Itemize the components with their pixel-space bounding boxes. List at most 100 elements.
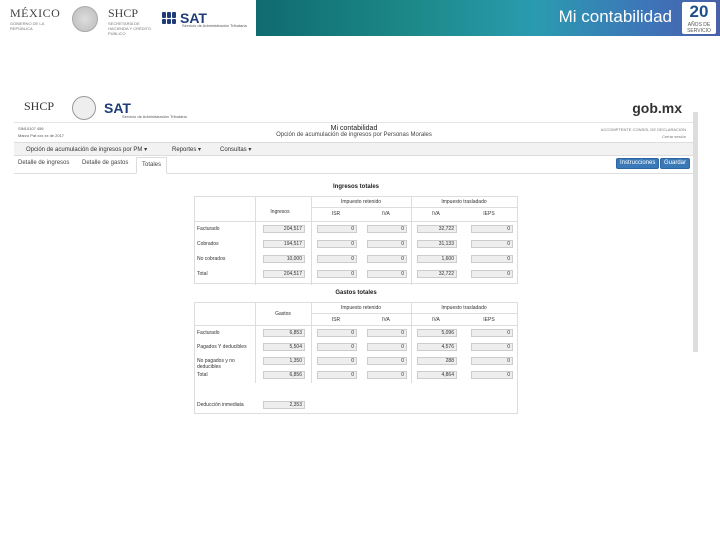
value-field: 0 (367, 371, 407, 379)
ingresos-retenido-header: Impuesto retenido (340, 199, 382, 205)
gastos-iva-tras-header: IVA (432, 317, 440, 323)
value-field: 0 (471, 255, 513, 263)
anniversary-subtext: AÑOS DE SERVICIO (687, 22, 711, 34)
value-field: 10,000 (263, 255, 305, 263)
gastos-trasladado-header: Impuesto trasladado (441, 305, 487, 311)
sat-logo: SAT Servicio de Administración Tributari… (162, 10, 247, 28)
ingresos-isr-header: ISR (331, 211, 341, 217)
value-field: 0 (367, 270, 407, 278)
menu-acumulacion[interactable]: Opción de acumulación de ingresos por PM… (26, 146, 147, 153)
ingresos-ieps-header: IEPS (483, 211, 495, 217)
sat-logo-subtext: Servicio de Administración Tributaria (182, 23, 247, 28)
table-row: Cobrados 194,517 0 0 31,133 0 (195, 238, 517, 250)
row-label: Cobrados (197, 241, 219, 247)
mexico-logo-subtext: GOBIERNO DE LA REPÚBLICA (10, 21, 45, 31)
page-subtitle: Opción de acumulación de ingresos por Pe… (276, 132, 432, 138)
value-field: 0 (317, 225, 357, 233)
row-label: No cobrados (197, 256, 226, 262)
value-field: 5,504 (263, 343, 305, 351)
value-field: 0 (317, 371, 357, 379)
sat-grid-icon (162, 12, 176, 24)
value-field: 0 (367, 255, 407, 263)
value-field: 32,722 (417, 225, 457, 233)
app-header: SHCP SAT Servicio de Administración Trib… (14, 94, 698, 122)
table-row: No cobrados 10,000 0 0 1,600 0 (195, 253, 517, 265)
row-label: Facturado (197, 330, 220, 336)
value-field: 31,133 (417, 240, 457, 248)
ingresos-table: Ingresos Impuesto retenido Impuesto tras… (194, 196, 518, 285)
banner-gradient: Mi contabilidad 20 AÑOS DE SERVICIO (256, 0, 720, 36)
value-field: 1,600 (417, 255, 457, 263)
value-field: 6,853 (263, 329, 305, 337)
gastos-isr-header: ISR (331, 317, 341, 323)
app-window: SHCP SAT Servicio de Administración Trib… (14, 94, 698, 432)
value-field: 0 (471, 343, 513, 351)
page-title: Mi contabilidad (330, 125, 378, 132)
shcp-logo-text: SHCP (108, 6, 139, 20)
ingresos-title: Ingresos totales (332, 184, 379, 190)
anniversary-logo: 20 AÑOS DE SERVICIO (682, 2, 716, 34)
value-field: 0 (317, 240, 357, 248)
row-label: Total (197, 271, 208, 277)
app-coat-of-arms-icon (72, 96, 96, 120)
shcp-logo-subtext: SECRETARÍA DE HACIENDA Y CRÉDITO PÚBLICO (108, 21, 152, 36)
value-field: 5,096 (417, 329, 457, 337)
tab-detalle-gastos[interactable]: Detalle de gastos (82, 160, 128, 166)
gastos-title: Gastos totales (335, 290, 377, 296)
menu-consultas[interactable]: Consultas ▾ (220, 146, 251, 153)
value-field: 0 (317, 329, 357, 337)
value-field: 0 (317, 343, 357, 351)
shcp-logo: SHCP SECRETARÍA DE HACIENDA Y CRÉDITO PÚ… (108, 6, 158, 36)
value-field: 288 (417, 357, 457, 365)
logout-link[interactable]: Cerrar sesión (601, 133, 686, 140)
table-row: Pagados Y deducibles 5,504 0 0 4,576 0 (195, 341, 517, 353)
value-field: 0 (367, 225, 407, 233)
table-row: Facturado 6,853 0 0 5,096 0 (195, 327, 517, 339)
value-field: 0 (471, 225, 513, 233)
mexico-logo-text: MÉXICO (10, 6, 61, 20)
divider (311, 207, 517, 208)
divider (195, 221, 517, 222)
table-row: Total 6,856 0 0 4,864 0 (195, 369, 517, 381)
value-field: 0 (317, 357, 357, 365)
value-field: 1,350 (263, 357, 305, 365)
instrucciones-button[interactable]: Instrucciones (616, 158, 660, 169)
app-sat-logo: SAT Servicio de Administración Tributari… (104, 100, 187, 119)
account-status: ACCOMPTENTE CONSOL DE DECLARACION (600, 127, 686, 132)
ingresos-col-header: Ingresos (270, 209, 290, 215)
anniversary-number: 20 (689, 2, 709, 21)
value-field: 0 (367, 343, 407, 351)
value-field: 4,576 (417, 343, 457, 351)
value-field: 0 (317, 255, 357, 263)
value-field: 0 (471, 371, 513, 379)
row-label: Facturado (197, 226, 220, 232)
value-field: 194,517 (263, 240, 305, 248)
value-field: 204,517 (263, 225, 305, 233)
deduccion-row: Deducción inmediata 2,353 (195, 399, 517, 411)
scrollbar[interactable] (693, 112, 698, 352)
session-info-row: SIN10107 456 Marzo Pat xxx xx de 2017 Mi… (14, 122, 698, 142)
value-field: 0 (367, 357, 407, 365)
deduccion-label: Deducción inmediata (197, 402, 244, 408)
table-row: Facturado 204,517 0 0 32,722 0 (195, 223, 517, 235)
divider (311, 313, 517, 314)
value-field: 0 (471, 240, 513, 248)
page-heading: Mi contabilidad Opción de acumulación de… (264, 125, 444, 138)
gob-mx-logo[interactable]: gob.mx (632, 100, 682, 116)
value-field: 32,722 (417, 270, 457, 278)
gastos-table: Gastos Impuesto retenido Impuesto trasla… (194, 302, 518, 414)
taxpayer-rfc: SIN10107 456 (18, 126, 44, 131)
menu-reportes[interactable]: Reportes ▾ (172, 146, 201, 153)
tab-detalle-ingresos[interactable]: Detalle de ingresos (18, 160, 69, 166)
gastos-retenido-header: Impuesto retenido (340, 305, 382, 311)
ingresos-trasladado-header: Impuesto trasladado (441, 199, 487, 205)
value-field: 6,856 (263, 371, 305, 379)
gastos-iva-ret-header: IVA (382, 317, 390, 323)
top-banner: MÉXICO GOBIERNO DE LA REPÚBLICA SHCP SEC… (0, 0, 720, 36)
guardar-button[interactable]: Guardar (660, 158, 691, 169)
deduccion-field: 2,353 (263, 401, 305, 409)
divider (195, 325, 517, 326)
tab-totales[interactable]: Totales (136, 157, 168, 174)
table-row: Total 204,517 0 0 32,722 0 (195, 268, 517, 280)
value-field: 0 (471, 270, 513, 278)
